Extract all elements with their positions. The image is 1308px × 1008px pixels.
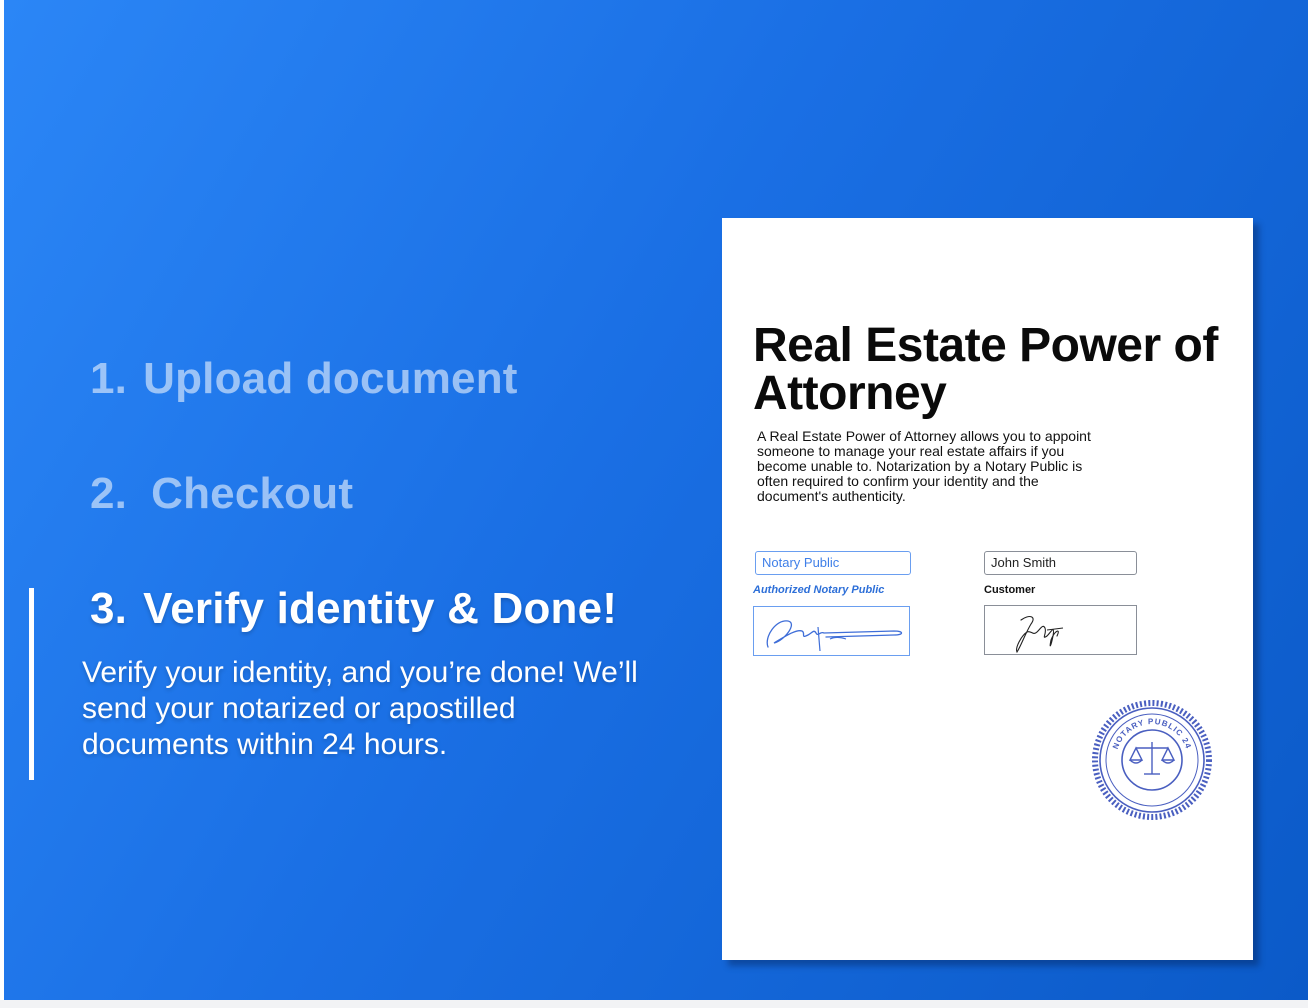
- notary-name-field: Notary Public: [755, 551, 911, 575]
- document-preview: Real Estate Power of Attorney A Real Est…: [722, 218, 1253, 960]
- page-bottom-edge: [0, 1000, 1308, 1008]
- active-step-indicator: [29, 588, 34, 780]
- notary-role-label: Authorized Notary Public: [753, 584, 885, 596]
- customer-signature-box: [984, 605, 1137, 655]
- customer-signature-icon: [1016, 615, 1064, 654]
- step-number: 3.: [90, 584, 128, 633]
- customer-role-label: Customer: [984, 584, 1036, 596]
- notary-signature-box: [753, 606, 910, 656]
- document-body: A Real Estate Power of Attorney allows y…: [757, 428, 1091, 504]
- step-label: Verify identity & Done!: [143, 584, 618, 633]
- document-title: Real Estate Power of Attorney: [753, 319, 1218, 420]
- step-number: 1.: [90, 354, 128, 403]
- step-label: Checkout: [151, 469, 354, 518]
- notary-seal-icon: NOTARY PUBLIC 24: [1092, 700, 1212, 820]
- notary-signature-icon: [766, 620, 903, 652]
- step-upload-document[interactable]: 1. Upload document: [90, 354, 518, 404]
- customer-name-field: John Smith: [984, 551, 1137, 575]
- step-number: 2.: [90, 469, 128, 518]
- step-checkout[interactable]: 2. Checkout: [90, 469, 353, 519]
- steps-panel: 1. Upload document 2. Checkout 3. Verify id…: [4, 0, 1308, 1000]
- step-label: Upload document: [143, 354, 518, 403]
- scales-of-justice-icon: [1128, 742, 1176, 775]
- step-description: Verify your identity, and you’re done! W…: [82, 656, 638, 761]
- step-verify-identity[interactable]: 3. Verify identity & Done!: [90, 584, 617, 634]
